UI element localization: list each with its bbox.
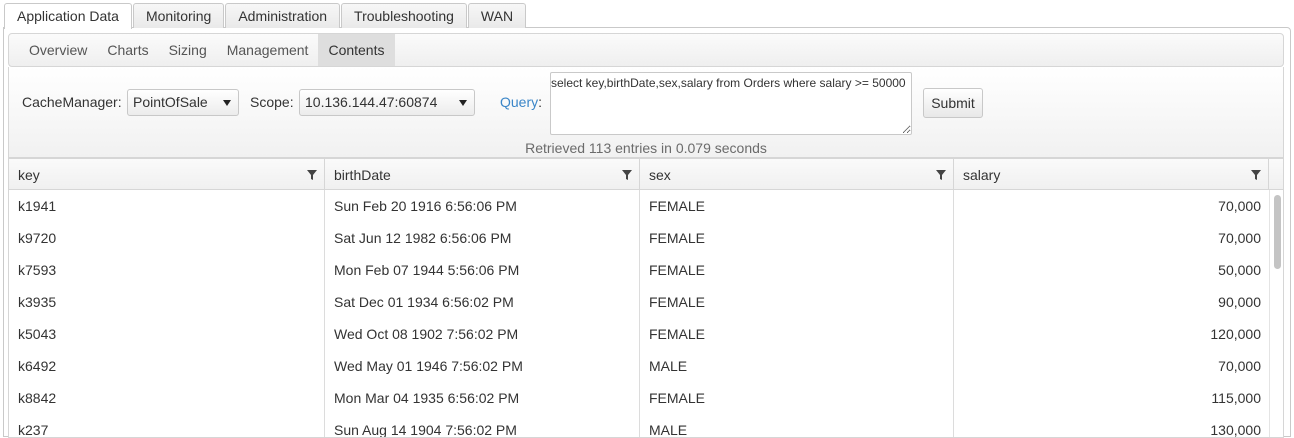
scope-select[interactable]: 10.136.144.47:60874 — [299, 89, 475, 116]
cell-sex: MALE — [640, 414, 954, 437]
cell-birthdate: Mon Feb 07 1944 5:56:06 PM — [325, 254, 640, 286]
sub-tab-bar: Overview Charts Sizing Management Conten… — [8, 33, 1284, 67]
cell-sex: FEMALE — [640, 222, 954, 254]
cell-birthdate: Sun Aug 14 1904 7:56:02 PM — [325, 414, 640, 437]
scope-label: Scope: — [250, 94, 294, 110]
column-header-label: birthDate — [334, 167, 391, 183]
results-grid: key birthDate sex salary k1941 Sun Feb 2… — [8, 158, 1284, 438]
cell-salary: 70,000 — [1218, 198, 1261, 214]
cell-key: k6492 — [9, 350, 325, 382]
table-row[interactable]: k8842 Mon Mar 04 1935 6:56:02 PM FEMALE … — [9, 382, 1269, 414]
subtab-management[interactable]: Management — [217, 34, 319, 66]
table-row[interactable]: k5043 Wed Oct 08 1902 7:56:02 PM FEMALE … — [9, 318, 1269, 350]
cell-key: k8842 — [9, 382, 325, 414]
column-header-sex[interactable]: sex — [640, 159, 954, 190]
subtab-overview[interactable]: Overview — [19, 34, 97, 66]
cell-sex: FEMALE — [640, 286, 954, 318]
tab-monitoring[interactable]: Monitoring — [132, 3, 225, 28]
cell-sex: FEMALE — [640, 254, 954, 286]
table-row[interactable]: k7593 Mon Feb 07 1944 5:56:06 PM FEMALE … — [9, 254, 1269, 286]
subtab-charts[interactable]: Charts — [97, 34, 158, 66]
filter-icon[interactable] — [621, 169, 633, 181]
subtab-sizing[interactable]: Sizing — [159, 34, 217, 66]
column-header-label: salary — [963, 167, 1001, 183]
query-label: Query: — [500, 94, 542, 110]
table-row[interactable]: k1941 Sun Feb 20 1916 6:56:06 PM FEMALE … — [9, 190, 1269, 222]
column-header-key[interactable]: key — [9, 159, 325, 190]
cell-birthdate: Sat Dec 01 1934 6:56:02 PM — [325, 286, 640, 318]
cell-birthdate: Wed Oct 08 1902 7:56:02 PM — [325, 318, 640, 350]
cell-birthdate: Mon Mar 04 1935 6:56:02 PM — [325, 382, 640, 414]
cell-birthdate: Sat Jun 12 1982 6:56:06 PM — [325, 222, 640, 254]
column-header-birthdate[interactable]: birthDate — [325, 159, 640, 190]
cell-key: k5043 — [9, 318, 325, 350]
cell-salary: 50,000 — [1218, 262, 1261, 278]
cell-key: k1941 — [9, 190, 325, 222]
query-help-link[interactable]: Query — [500, 94, 538, 110]
filter-icon[interactable] — [306, 169, 318, 181]
query-input[interactable]: select key,birthDate,sex,salary from Ord… — [550, 72, 912, 135]
submit-button[interactable]: Submit — [923, 88, 983, 118]
column-header-label: sex — [649, 167, 671, 183]
cache-manager-label: CacheManager: — [22, 94, 122, 110]
query-status: Retrieved 113 entries in 0.079 seconds — [525, 140, 767, 156]
column-header-label: key — [18, 167, 40, 183]
cell-sex: FEMALE — [640, 382, 954, 414]
chevron-down-icon — [459, 100, 467, 106]
cell-salary: 90,000 — [1218, 294, 1261, 310]
cache-manager-select[interactable]: PointOfSale — [127, 89, 239, 116]
table-row[interactable]: k6492 Wed May 01 1946 7:56:02 PM MALE 70… — [9, 350, 1269, 382]
cell-key: k3935 — [9, 286, 325, 318]
cell-salary: 115,000 — [1211, 390, 1261, 406]
table-row[interactable]: k9720 Sat Jun 12 1982 6:56:06 PM FEMALE … — [9, 222, 1269, 254]
cell-birthdate: Sun Feb 20 1916 6:56:06 PM — [325, 190, 640, 222]
grid-scrollbar[interactable] — [1269, 190, 1283, 437]
query-colon: : — [538, 94, 543, 110]
query-panel: CacheManager: PointOfSale Scope: 10.136.… — [8, 67, 1284, 158]
scrollbar-thumb[interactable] — [1274, 195, 1281, 269]
tab-administration[interactable]: Administration — [225, 3, 341, 28]
tab-wan[interactable]: WAN — [467, 3, 527, 28]
table-row[interactable]: k3935 Sat Dec 01 1934 6:56:02 PM FEMALE … — [9, 286, 1269, 318]
cell-sex: FEMALE — [640, 318, 954, 350]
grid-header: key birthDate sex salary — [9, 159, 1283, 190]
chevron-down-icon — [223, 100, 231, 106]
cell-key: k9720 — [9, 222, 325, 254]
cell-salary: 70,000 — [1218, 358, 1261, 374]
top-tab-bar: Application Data Monitoring Administrati… — [4, 3, 527, 29]
cell-sex: MALE — [640, 350, 954, 382]
cell-sex: FEMALE — [640, 190, 954, 222]
cell-birthdate: Wed May 01 1946 7:56:02 PM — [325, 350, 640, 382]
filter-icon[interactable] — [935, 169, 947, 181]
column-header-salary[interactable]: salary — [954, 159, 1269, 190]
scope-value: 10.136.144.47:60874 — [305, 94, 438, 110]
filter-icon[interactable] — [1250, 169, 1262, 181]
cell-salary: 70,000 — [1218, 230, 1261, 246]
cache-manager-value: PointOfSale — [133, 94, 208, 110]
cell-salary: 130,000 — [1210, 422, 1261, 438]
cell-key: k7593 — [9, 254, 325, 286]
tab-troubleshooting[interactable]: Troubleshooting — [341, 3, 467, 28]
cell-salary: 120,000 — [1210, 326, 1261, 342]
table-row[interactable]: k237 Sun Aug 14 1904 7:56:02 PM MALE 130… — [9, 414, 1269, 438]
tab-application-data[interactable]: Application Data — [4, 3, 132, 29]
grid-body: k1941 Sun Feb 20 1916 6:56:06 PM FEMALE … — [9, 190, 1269, 438]
subtab-contents[interactable]: Contents — [318, 34, 395, 66]
cell-key: k237 — [9, 414, 325, 437]
